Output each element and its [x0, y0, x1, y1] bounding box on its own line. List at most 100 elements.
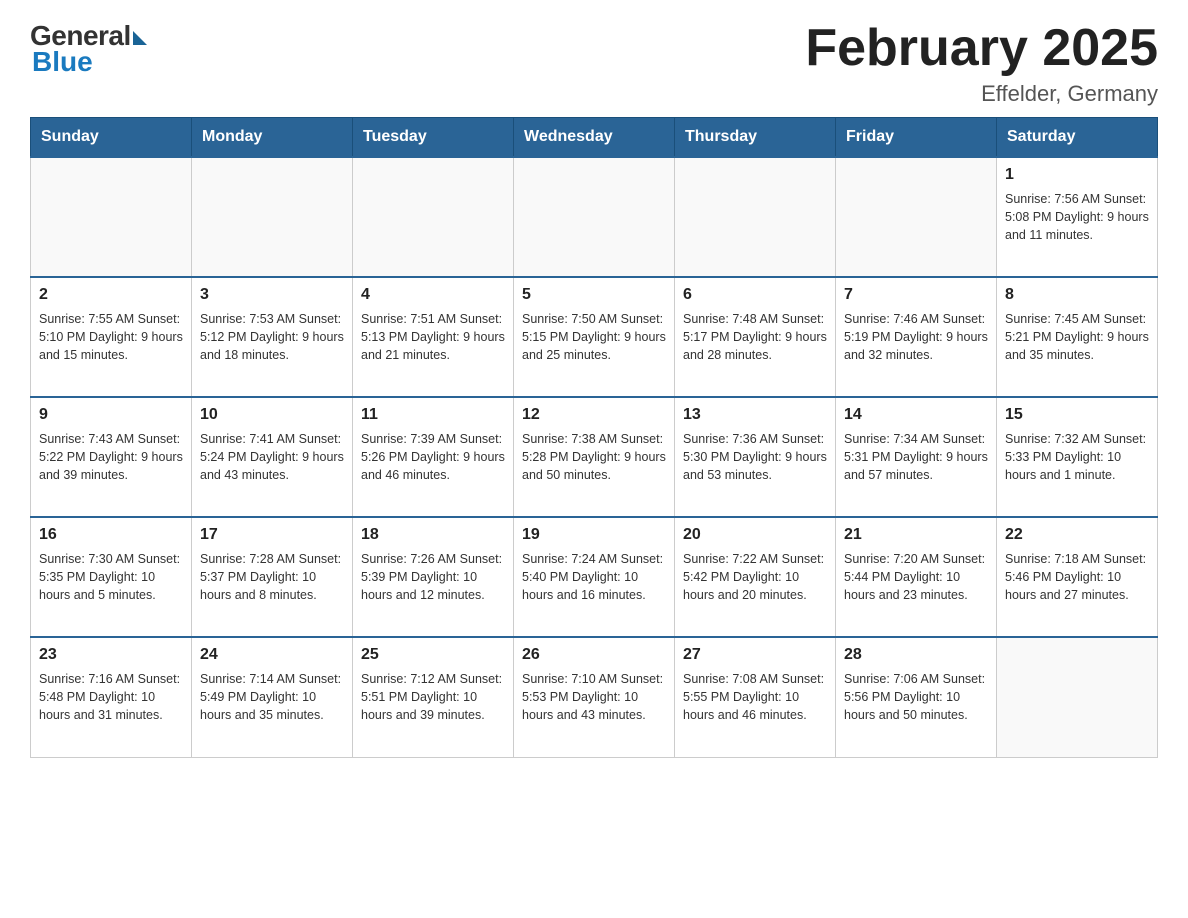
- day-number: 15: [1005, 404, 1149, 426]
- calendar-cell: 11 Sunrise: 7:39 AM Sunset: 5:26 PM Dayli…: [353, 397, 514, 517]
- calendar-cell: [514, 157, 675, 277]
- calendar-cell: 21 Sunrise: 7:20 AM Sunset: 5:44 PM Dayli…: [836, 517, 997, 637]
- calendar-cell: 18 Sunrise: 7:26 AM Sunset: 5:39 PM Dayli…: [353, 517, 514, 637]
- day-info: Sunrise: 7:43 AM Sunset: 5:22 PM Dayligh…: [39, 432, 183, 482]
- day-number: 4: [361, 284, 505, 306]
- calendar-cell: 6 Sunrise: 7:48 AM Sunset: 5:17 PM Daylig…: [675, 277, 836, 397]
- day-number: 7: [844, 284, 988, 306]
- calendar-cell: 4 Sunrise: 7:51 AM Sunset: 5:13 PM Daylig…: [353, 277, 514, 397]
- day-info: Sunrise: 7:41 AM Sunset: 5:24 PM Dayligh…: [200, 432, 344, 482]
- day-info: Sunrise: 7:36 AM Sunset: 5:30 PM Dayligh…: [683, 432, 827, 482]
- calendar-cell: [192, 157, 353, 277]
- calendar-header-monday: Monday: [192, 118, 353, 158]
- calendar-cell: 12 Sunrise: 7:38 AM Sunset: 5:28 PM Dayli…: [514, 397, 675, 517]
- logo-arrow-icon: [133, 31, 147, 45]
- calendar-header-tuesday: Tuesday: [353, 118, 514, 158]
- calendar-cell: [675, 157, 836, 277]
- calendar-cell: 9Sunrise: 7:43 AM Sunset: 5:22 PM Daylig…: [31, 397, 192, 517]
- day-info: Sunrise: 7:20 AM Sunset: 5:44 PM Dayligh…: [844, 552, 985, 602]
- day-info: Sunrise: 7:12 AM Sunset: 5:51 PM Dayligh…: [361, 672, 502, 722]
- calendar-week-row-1: 1 Sunrise: 7:56 AM Sunset: 5:08 PM Daylig…: [31, 157, 1158, 277]
- calendar-cell: 15 Sunrise: 7:32 AM Sunset: 5:33 PM Dayli…: [997, 397, 1158, 517]
- day-info: Sunrise: 7:55 AM Sunset: 5:10 PM Dayligh…: [39, 312, 183, 362]
- day-info: Sunrise: 7:22 AM Sunset: 5:42 PM Dayligh…: [683, 552, 824, 602]
- calendar-week-row-4: 16 Sunrise: 7:30 AM Sunset: 5:35 PM Dayli…: [31, 517, 1158, 637]
- logo: General Blue: [30, 20, 147, 78]
- calendar-header-sunday: Sunday: [31, 118, 192, 158]
- calendar-cell: 1 Sunrise: 7:56 AM Sunset: 5:08 PM Daylig…: [997, 157, 1158, 277]
- day-info: Sunrise: 7:26 AM Sunset: 5:39 PM Dayligh…: [361, 552, 502, 602]
- day-info: Sunrise: 7:39 AM Sunset: 5:26 PM Dayligh…: [361, 432, 505, 482]
- day-number: 6: [683, 284, 827, 306]
- day-number: 20: [683, 524, 827, 546]
- calendar-cell: 13 Sunrise: 7:36 AM Sunset: 5:30 PM Dayli…: [675, 397, 836, 517]
- day-info: Sunrise: 7:28 AM Sunset: 5:37 PM Dayligh…: [200, 552, 341, 602]
- calendar-table: SundayMondayTuesdayWednesdayThursdayFrid…: [30, 117, 1158, 758]
- day-number: 2: [39, 284, 183, 306]
- day-info: Sunrise: 7:10 AM Sunset: 5:53 PM Dayligh…: [522, 672, 663, 722]
- day-number: 1: [1005, 164, 1149, 186]
- calendar-cell: 5 Sunrise: 7:50 AM Sunset: 5:15 PM Daylig…: [514, 277, 675, 397]
- calendar-cell: 3Sunrise: 7:53 AM Sunset: 5:12 PM Daylig…: [192, 277, 353, 397]
- day-number: 23: [39, 644, 183, 666]
- day-number: 16: [39, 524, 183, 546]
- calendar-cell: 27Sunrise: 7:08 AM Sunset: 5:55 PM Dayli…: [675, 637, 836, 757]
- calendar-cell: 22 Sunrise: 7:18 AM Sunset: 5:46 PM Dayli…: [997, 517, 1158, 637]
- calendar-cell: [353, 157, 514, 277]
- logo-blue-text: Blue: [30, 46, 93, 78]
- calendar-cell: 17 Sunrise: 7:28 AM Sunset: 5:37 PM Dayli…: [192, 517, 353, 637]
- day-number: 13: [683, 404, 827, 426]
- day-number: 21: [844, 524, 988, 546]
- calendar-header-saturday: Saturday: [997, 118, 1158, 158]
- day-info: Sunrise: 7:50 AM Sunset: 5:15 PM Dayligh…: [522, 312, 666, 362]
- calendar-header-row: SundayMondayTuesdayWednesdayThursdayFrid…: [31, 118, 1158, 158]
- day-number: 25: [361, 644, 505, 666]
- day-info: Sunrise: 7:56 AM Sunset: 5:08 PM Dayligh…: [1005, 192, 1149, 242]
- day-info: Sunrise: 7:06 AM Sunset: 5:56 PM Dayligh…: [844, 672, 985, 722]
- calendar-cell: 26 Sunrise: 7:10 AM Sunset: 5:53 PM Dayli…: [514, 637, 675, 757]
- calendar-header-wednesday: Wednesday: [514, 118, 675, 158]
- calendar-cell: 24 Sunrise: 7:14 AM Sunset: 5:49 PM Dayli…: [192, 637, 353, 757]
- day-number: 5: [522, 284, 666, 306]
- calendar-cell: 7 Sunrise: 7:46 AM Sunset: 5:19 PM Daylig…: [836, 277, 997, 397]
- day-info: Sunrise: 7:32 AM Sunset: 5:33 PM Dayligh…: [1005, 432, 1146, 482]
- calendar-cell: 14Sunrise: 7:34 AM Sunset: 5:31 PM Dayli…: [836, 397, 997, 517]
- day-number: 28: [844, 644, 988, 666]
- day-info: Sunrise: 7:14 AM Sunset: 5:49 PM Dayligh…: [200, 672, 341, 722]
- day-number: 3: [200, 284, 344, 306]
- day-number: 17: [200, 524, 344, 546]
- calendar-cell: 16 Sunrise: 7:30 AM Sunset: 5:35 PM Dayli…: [31, 517, 192, 637]
- day-number: 11: [361, 404, 505, 426]
- day-number: 24: [200, 644, 344, 666]
- day-info: Sunrise: 7:38 AM Sunset: 5:28 PM Dayligh…: [522, 432, 666, 482]
- location: Effelder, Germany: [805, 81, 1158, 107]
- calendar-cell: [997, 637, 1158, 757]
- day-number: 26: [522, 644, 666, 666]
- calendar-week-row-3: 9Sunrise: 7:43 AM Sunset: 5:22 PM Daylig…: [31, 397, 1158, 517]
- day-info: Sunrise: 7:48 AM Sunset: 5:17 PM Dayligh…: [683, 312, 827, 362]
- day-info: Sunrise: 7:18 AM Sunset: 5:46 PM Dayligh…: [1005, 552, 1146, 602]
- day-number: 12: [522, 404, 666, 426]
- calendar-week-row-2: 2 Sunrise: 7:55 AM Sunset: 5:10 PM Daylig…: [31, 277, 1158, 397]
- day-info: Sunrise: 7:46 AM Sunset: 5:19 PM Dayligh…: [844, 312, 988, 362]
- calendar-header-thursday: Thursday: [675, 118, 836, 158]
- calendar-cell: 8Sunrise: 7:45 AM Sunset: 5:21 PM Daylig…: [997, 277, 1158, 397]
- calendar-week-row-5: 23 Sunrise: 7:16 AM Sunset: 5:48 PM Dayli…: [31, 637, 1158, 757]
- calendar-cell: [31, 157, 192, 277]
- calendar-cell: 23 Sunrise: 7:16 AM Sunset: 5:48 PM Dayli…: [31, 637, 192, 757]
- calendar-cell: [836, 157, 997, 277]
- day-info: Sunrise: 7:51 AM Sunset: 5:13 PM Dayligh…: [361, 312, 505, 362]
- calendar-header-friday: Friday: [836, 118, 997, 158]
- day-info: Sunrise: 7:08 AM Sunset: 5:55 PM Dayligh…: [683, 672, 824, 722]
- day-number: 19: [522, 524, 666, 546]
- calendar-cell: 10 Sunrise: 7:41 AM Sunset: 5:24 PM Dayli…: [192, 397, 353, 517]
- day-info: Sunrise: 7:45 AM Sunset: 5:21 PM Dayligh…: [1005, 312, 1149, 362]
- day-number: 18: [361, 524, 505, 546]
- month-title: February 2025: [805, 20, 1158, 77]
- page-header: General Blue February 2025 Effelder, Ger…: [30, 20, 1158, 107]
- day-info: Sunrise: 7:30 AM Sunset: 5:35 PM Dayligh…: [39, 552, 180, 602]
- day-info: Sunrise: 7:16 AM Sunset: 5:48 PM Dayligh…: [39, 672, 180, 722]
- title-area: February 2025 Effelder, Germany: [805, 20, 1158, 107]
- day-number: 10: [200, 404, 344, 426]
- day-number: 22: [1005, 524, 1149, 546]
